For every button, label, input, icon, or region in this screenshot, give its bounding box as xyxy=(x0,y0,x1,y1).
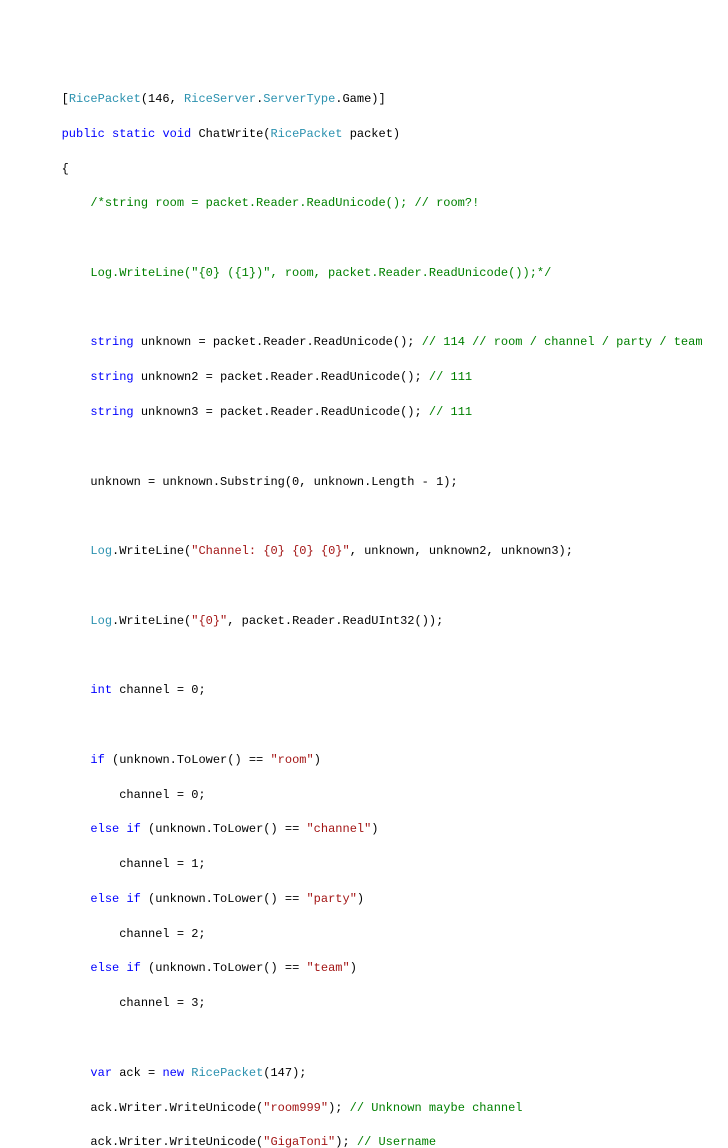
code-line: if (unknown.ToLower() == "room") xyxy=(0,752,728,769)
code-line: string unknown3 = packet.Reader.ReadUnic… xyxy=(0,404,728,421)
code-line: unknown = unknown.Substring(0, unknown.L… xyxy=(0,474,728,491)
code-line xyxy=(0,508,728,525)
code-line xyxy=(0,230,728,247)
code-line: channel = 1; xyxy=(0,856,728,873)
code-line: else if (unknown.ToLower() == "channel") xyxy=(0,821,728,838)
code-line xyxy=(0,1030,728,1047)
code-line: string unknown = packet.Reader.ReadUnico… xyxy=(0,334,728,351)
code-line: [RicePacket(146, RiceServer.ServerType.G… xyxy=(0,91,728,108)
code-line: else if (unknown.ToLower() == "team") xyxy=(0,960,728,977)
code-line: /*string room = packet.Reader.ReadUnicod… xyxy=(0,195,728,212)
code-line: Log.WriteLine("{0} ({1})", room, packet.… xyxy=(0,265,728,282)
code-line: public static void ChatWrite(RicePacket … xyxy=(0,126,728,143)
code-line xyxy=(0,647,728,664)
code-line xyxy=(0,578,728,595)
code-line: { xyxy=(0,161,728,178)
code-line xyxy=(0,439,728,456)
code-line: ack.Writer.WriteUnicode("room999"); // U… xyxy=(0,1100,728,1117)
code-line xyxy=(0,717,728,734)
code-line: channel = 3; xyxy=(0,995,728,1012)
code-line: Log.WriteLine("{0}", packet.Reader.ReadU… xyxy=(0,613,728,630)
code-line: string unknown2 = packet.Reader.ReadUnic… xyxy=(0,369,728,386)
code-line: Log.WriteLine("Channel: {0} {0} {0}", un… xyxy=(0,543,728,560)
code-line: channel = 2; xyxy=(0,926,728,943)
code-line: else if (unknown.ToLower() == "party") xyxy=(0,891,728,908)
code-line: int channel = 0; xyxy=(0,682,728,699)
code-line: var ack = new RicePacket(147); xyxy=(0,1065,728,1082)
code-line: channel = 0; xyxy=(0,787,728,804)
code-line xyxy=(0,300,728,317)
code-editor[interactable]: [RicePacket(146, RiceServer.ServerType.G… xyxy=(0,74,728,1148)
code-line: ack.Writer.WriteUnicode("GigaToni"); // … xyxy=(0,1134,728,1148)
